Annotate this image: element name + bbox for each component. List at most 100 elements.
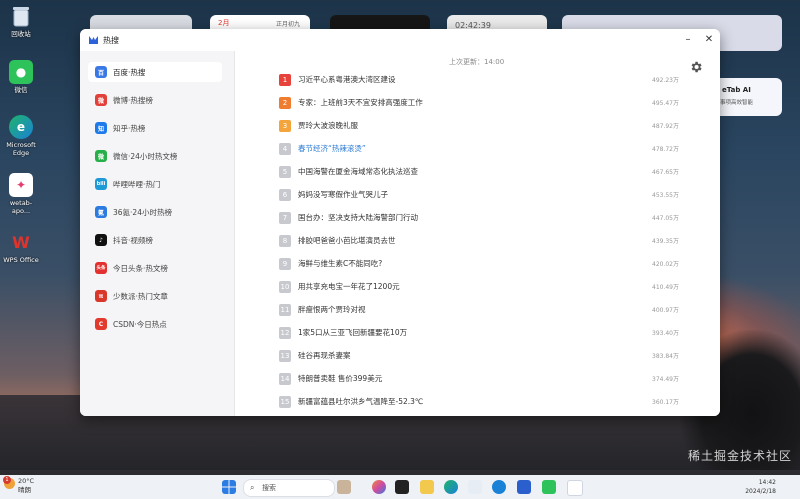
list-item[interactable]: 11 胖瘦恨两个贾玲对视 400.97万 (279, 301, 679, 319)
edge-taskbar-icon[interactable] (444, 480, 458, 494)
search-placeholder: 搜索 (262, 484, 276, 492)
item-title[interactable]: 海鲜与维生素C不能同吃? (298, 258, 382, 269)
list-item[interactable]: 13 硅谷再现杀妻案 383.84万 (279, 347, 679, 365)
list-item[interactable]: 3 贾玲大波浪晚礼服 487.92万 (279, 117, 679, 135)
list-item[interactable]: 12 1家5口从三亚飞回新疆要花10万 393.40万 (279, 324, 679, 342)
rank-badge: 12 (279, 327, 291, 339)
list-item[interactable]: 9 海鲜与维生素C不能同吃? 420.02万 (279, 255, 679, 273)
desktop-icon-wps[interactable]: W WPS Office (2, 230, 40, 265)
bilibili-icon: bili (95, 178, 107, 190)
rank-badge: 3 (279, 120, 291, 132)
item-title[interactable]: 中国海警在厦金海域常态化执法巡查 (298, 166, 418, 177)
36kr-icon: 氪 (95, 206, 107, 218)
app-logo-icon (89, 36, 98, 44)
title-bar[interactable]: 热搜 – ✕ (80, 29, 720, 51)
taskbar: 1 20°C 晴朗 ⌕ 搜索 14:42 2024/2/18 (0, 475, 800, 499)
hot-value: 439.35万 (652, 238, 679, 245)
rank-badge: 6 (279, 189, 291, 201)
list-item[interactable]: 4 春节经济“热辣滚烫” 478.72万 (279, 140, 679, 158)
weather-desc: 晴朗 (18, 486, 31, 494)
list-item[interactable]: 7 国台办：坚决支持大陆海警部门行动 447.05万 (279, 209, 679, 227)
rank-badge: 7 (279, 212, 291, 224)
hot-value: 495.47万 (652, 100, 679, 107)
wechat-icon: 微 (95, 150, 107, 162)
sidebar-item-wechat[interactable]: 微 微信·24小时热文榜 (88, 146, 222, 166)
notification-badge: 1 (3, 476, 11, 484)
wps-icon: W (12, 232, 30, 252)
minimize-button[interactable]: – (680, 32, 696, 48)
item-title[interactable]: 用共享充电宝一年花了1200元 (298, 281, 400, 292)
hot-value: 393.40万 (652, 330, 679, 337)
file-explorer-icon[interactable] (420, 480, 434, 494)
hot-value: 453.55万 (652, 192, 679, 199)
settings-gear-icon[interactable] (689, 60, 703, 74)
list-item[interactable]: 2 专家：上班前3天不宜安排高强度工作 495.47万 (279, 94, 679, 112)
app-taskbar-icon[interactable] (468, 480, 482, 494)
sidebar-item-bilibili[interactable]: bili 哔哩哔哩·热门 (88, 174, 222, 194)
item-title[interactable]: 国台办：坚决支持大陆海警部门行动 (298, 212, 418, 223)
rank-badge: 2 (279, 97, 291, 109)
item-title[interactable]: 新疆富蕴县吐尔洪乡气温降至-52.3℃ (298, 396, 423, 407)
desktop-icon-wechat[interactable]: ● 微信 (2, 60, 40, 94)
list-item[interactable]: 8 排胶吧爸爸小芭比堪演员去世 439.35万 (279, 232, 679, 250)
desktop-icon-edge[interactable]: e Microsoft Edge (2, 115, 40, 157)
item-title[interactable]: 习近平心系粤港澳大湾区建设 (298, 74, 396, 85)
item-title[interactable]: 专家：上班前3天不宜安排高强度工作 (298, 97, 423, 108)
list-item[interactable]: 5 中国海警在厦金海域常态化执法巡查 467.65万 (279, 163, 679, 181)
item-title[interactable]: 排胶吧爸爸小芭比堪演员去世 (298, 235, 396, 246)
edge-beta-icon[interactable] (492, 480, 506, 494)
taskbar-search[interactable]: ⌕ 搜索 (243, 479, 335, 497)
list-item[interactable]: 6 妈妈没写寒假作业气哭儿子 453.55万 (279, 186, 679, 204)
item-title[interactable]: 特朗普卖鞋 售价399美元 (298, 373, 382, 384)
sidebar-item-36kr[interactable]: 氪 36氪·24小时热榜 (88, 202, 222, 222)
weather-widget[interactable]: 1 20°C 晴朗 (3, 476, 35, 495)
list-item[interactable]: 10 用共享充电宝一年花了1200元 410.49万 (279, 278, 679, 296)
item-title[interactable]: 贾玲大波浪晚礼服 (298, 120, 358, 131)
hot-list-panel: 上次更新：14:00 1 习近平心系粤港澳大湾区建设 492.23万 2 专家：… (235, 51, 720, 416)
sidebar-item-douyin[interactable]: ♪ 抖音·视频榜 (88, 230, 222, 250)
sidebar-item-toutiao[interactable]: 头条 今日头条·热文榜 (88, 258, 222, 278)
item-title[interactable]: 妈妈没写寒假作业气哭儿子 (298, 189, 388, 200)
hot-search-taskbar-icon[interactable] (567, 480, 583, 496)
close-button[interactable]: ✕ (701, 32, 717, 48)
copilot-icon[interactable] (372, 480, 386, 494)
sidebar-item-sspai[interactable]: π 少数派·热门文章 (88, 286, 222, 306)
hot-value: 487.92万 (652, 123, 679, 130)
rank-badge: 14 (279, 373, 291, 385)
weather-temp: 20°C (18, 477, 35, 485)
wechat-taskbar-icon[interactable] (542, 480, 556, 494)
sspai-icon: π (95, 290, 107, 302)
hot-value: 410.49万 (652, 284, 679, 291)
search-highlight-icon[interactable] (337, 480, 351, 494)
sidebar-item-baidu[interactable]: 百 百度·热搜 (88, 62, 222, 82)
rank-badge: 15 (279, 396, 291, 408)
last-updated-label: 上次更新：14:00 (449, 58, 505, 66)
wetab-icon: ✦ (9, 173, 33, 197)
windows-start-icon[interactable] (222, 480, 236, 494)
hot-value: 467.65万 (652, 169, 679, 176)
sidebar-item-zhihu[interactable]: 知 知乎·热榜 (88, 118, 222, 138)
store-icon[interactable] (517, 480, 531, 494)
item-title[interactable]: 胖瘦恨两个贾玲对视 (298, 304, 366, 315)
rank-badge: 1 (279, 74, 291, 86)
item-title[interactable]: 1家5口从三亚飞回新疆要花10万 (298, 327, 407, 338)
item-title[interactable]: 硅谷再现杀妻案 (298, 350, 351, 361)
desktop-icon-wetab[interactable]: ✦ wetab-apo... (2, 173, 40, 215)
recycle-bin-icon (9, 4, 33, 28)
douyin-icon: ♪ (95, 234, 107, 246)
hot-value: 383.84万 (652, 353, 679, 360)
list-item[interactable]: 15 新疆富蕴县吐尔洪乡气温降至-52.3℃ 360.17万 (279, 393, 679, 411)
search-icon: ⌕ (250, 483, 255, 492)
hot-value: 420.02万 (652, 261, 679, 268)
rank-badge: 9 (279, 258, 291, 270)
task-view-icon[interactable] (395, 480, 409, 494)
sidebar-item-csdn[interactable]: C CSDN·今日热点 (88, 314, 222, 334)
watermark: 稀土掘金技术社区 (687, 449, 792, 463)
list-item[interactable]: 1 习近平心系粤港澳大湾区建设 492.23万 (279, 71, 679, 89)
sidebar-item-weibo[interactable]: 微 微博·热搜榜 (88, 90, 222, 110)
system-clock[interactable]: 14:42 2024/2/18 (745, 478, 776, 496)
item-title[interactable]: 春节经济“热辣滚烫” (298, 143, 366, 154)
list-item[interactable]: 14 特朗普卖鞋 售价399美元 374.49万 (279, 370, 679, 388)
desktop-icon-recycle-bin[interactable]: 回收站 (2, 4, 40, 38)
zhihu-icon: 知 (95, 122, 107, 134)
